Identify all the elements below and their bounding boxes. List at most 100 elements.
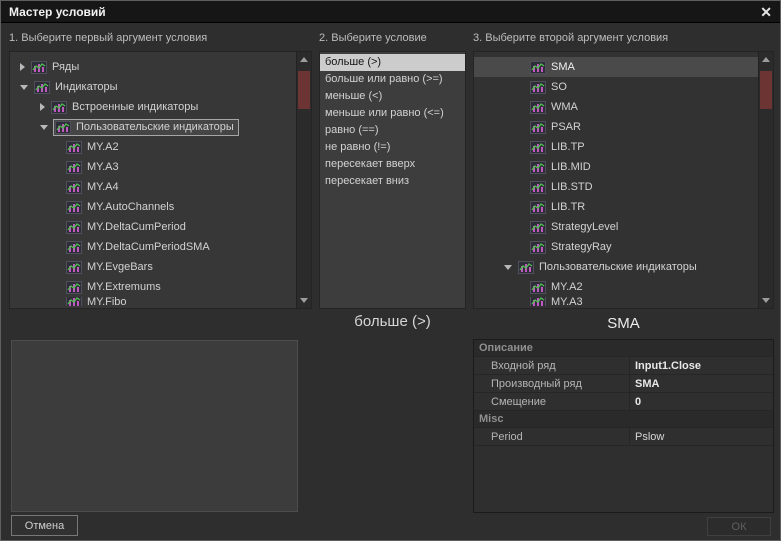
tree-item[interactable]: MY.Fibo (10, 297, 311, 306)
tree-item-user-indicators[interactable]: Пользовательские индикаторы (474, 257, 773, 277)
scrollbar-vertical[interactable] (758, 52, 773, 308)
tree-item-label: Пользовательские индикаторы (76, 121, 234, 133)
condition-option[interactable]: пересекает вверх (320, 156, 465, 173)
tree-item-sma[interactable]: SMA (474, 57, 773, 77)
tree-item-label: LIB.STD (551, 181, 593, 193)
tree-item[interactable]: StrategyLevel (474, 217, 773, 237)
scrollbar-thumb[interactable] (760, 71, 772, 109)
chart-icon (66, 297, 82, 306)
tree-item-label: SMA (551, 61, 575, 73)
condition-option[interactable]: меньше (<) (320, 88, 465, 105)
tree-item[interactable]: MY.A3 (10, 157, 311, 177)
tree-item-label: MY.A2 (87, 141, 119, 153)
tree-item[interactable]: LIB.MID (474, 157, 773, 177)
condition-option[interactable]: больше (>) (320, 54, 465, 71)
property-row[interactable]: Входной ряд Input1.Close (474, 357, 773, 375)
tree-item[interactable]: SO (474, 77, 773, 97)
tree-item-label: MY.Extremums (87, 281, 161, 293)
scroll-down-button[interactable] (759, 293, 773, 308)
property-label: Входной ряд (474, 357, 629, 374)
tree-item-label: WMA (551, 101, 578, 113)
property-label: Производный ряд (474, 375, 629, 392)
tree-item-indikatory[interactable]: Индикаторы (10, 77, 311, 97)
tree-item[interactable]: PSAR (474, 117, 773, 137)
tree-item[interactable]: WMA (474, 97, 773, 117)
expander-expanded-icon[interactable] (504, 265, 512, 270)
tree-item-builtin-indicators[interactable]: Встроенные индикаторы (10, 97, 311, 117)
tree-item[interactable]: MY.A3 (474, 297, 773, 306)
selected-condition-label: больше (>) (319, 313, 466, 330)
tree-item[interactable]: MY.A2 (474, 277, 773, 297)
panel2-header: 2. Выберите условие (319, 32, 427, 44)
property-label: Смещение (474, 393, 629, 410)
condition-option[interactable]: меньше или равно (<=) (320, 105, 465, 122)
tree-item-user-indicators[interactable]: Пользовательские индикаторы (10, 117, 311, 137)
property-value[interactable]: SMA (629, 375, 773, 392)
tree-item-label: MY.Fibo (87, 297, 127, 306)
tree-item-label: LIB.TR (551, 201, 585, 213)
selected-tree-item-highlight: Пользовательские индикаторы (54, 120, 238, 135)
tree-item[interactable]: MY.DeltaCumPeriodSMA (10, 237, 311, 257)
chart-icon (530, 121, 546, 134)
chart-icon (530, 161, 546, 174)
cancel-button[interactable]: Отмена (11, 515, 78, 536)
tree-item-label: MY.A3 (87, 161, 119, 173)
chart-icon (51, 101, 67, 114)
tree-item[interactable]: MY.EvgeBars (10, 257, 311, 277)
scroll-up-button[interactable] (297, 52, 311, 67)
tree-item[interactable]: LIB.TR (474, 197, 773, 217)
condition-option[interactable]: пересекает вниз (320, 173, 465, 190)
arrow-up-icon (762, 57, 770, 62)
scrollbar-thumb[interactable] (298, 71, 310, 109)
arrow-down-icon (300, 298, 308, 303)
property-value[interactable]: Pslow (629, 428, 773, 445)
chart-icon (530, 201, 546, 214)
expander-expanded-icon[interactable] (40, 125, 48, 130)
tree-item-label: StrategyRay (551, 241, 612, 253)
close-icon[interactable]: ✕ (760, 5, 772, 19)
tree-item[interactable]: LIB.STD (474, 177, 773, 197)
scroll-down-button[interactable] (297, 293, 311, 308)
tree-item[interactable]: MY.Extremums (10, 277, 311, 297)
tree-item-label: MY.DeltaCumPeriod (87, 221, 186, 233)
condition-option[interactable]: равно (==) (320, 122, 465, 139)
property-category[interactable]: Описание (474, 340, 773, 357)
tree-item[interactable]: MY.A2 (10, 137, 311, 157)
tree-item[interactable]: MY.AutoChannels (10, 197, 311, 217)
second-argument-tree: SMA SO WMA PSAR LIB.TP LIB.MID (473, 51, 774, 309)
tree-item-label: LIB.MID (551, 161, 591, 173)
property-category[interactable]: Misc (474, 411, 773, 428)
tree-item-label: MY.A3 (551, 297, 583, 306)
tree-item[interactable]: MY.DeltaCumPeriod (10, 217, 311, 237)
scroll-up-button[interactable] (759, 52, 773, 67)
title-bar: Мастер условий ✕ (1, 1, 780, 23)
property-value[interactable]: 0 (629, 393, 773, 410)
expander-collapsed-icon[interactable] (20, 63, 25, 71)
property-label: Period (474, 428, 629, 445)
chart-icon (66, 281, 82, 294)
panel3-header: 3. Выберите второй аргумент условия (473, 32, 668, 44)
property-value[interactable]: Input1.Close (629, 357, 773, 374)
condition-option[interactable]: не равно (!=) (320, 139, 465, 156)
tree-item[interactable]: StrategyRay (474, 237, 773, 257)
tree-item-ryady[interactable]: Ряды (10, 57, 311, 77)
chart-icon (530, 81, 546, 94)
chart-icon (530, 221, 546, 234)
first-argument-tree: Ряды Индикаторы Встроенные индикаторы По… (9, 51, 312, 309)
expander-expanded-icon[interactable] (20, 85, 28, 90)
tree-item[interactable]: LIB.TP (474, 137, 773, 157)
tree-item[interactable]: MY.A4 (10, 177, 311, 197)
arrow-up-icon (300, 57, 308, 62)
property-row[interactable]: Period Pslow (474, 428, 773, 446)
property-row[interactable]: Смещение 0 (474, 393, 773, 411)
tree-item-label: MY.A2 (551, 281, 583, 293)
condition-wizard-dialog: Мастер условий ✕ 1. Выберите первый аргу… (0, 0, 781, 541)
panel1-header: 1. Выберите первый аргумент условия (9, 32, 207, 44)
expander-collapsed-icon[interactable] (40, 103, 45, 111)
tree-item-label: Индикаторы (55, 81, 118, 93)
property-row[interactable]: Производный ряд SMA (474, 375, 773, 393)
ok-button[interactable]: ОК (707, 517, 771, 536)
scrollbar-vertical[interactable] (296, 52, 311, 308)
condition-option[interactable]: больше или равно (>=) (320, 71, 465, 88)
chart-icon (518, 261, 534, 274)
